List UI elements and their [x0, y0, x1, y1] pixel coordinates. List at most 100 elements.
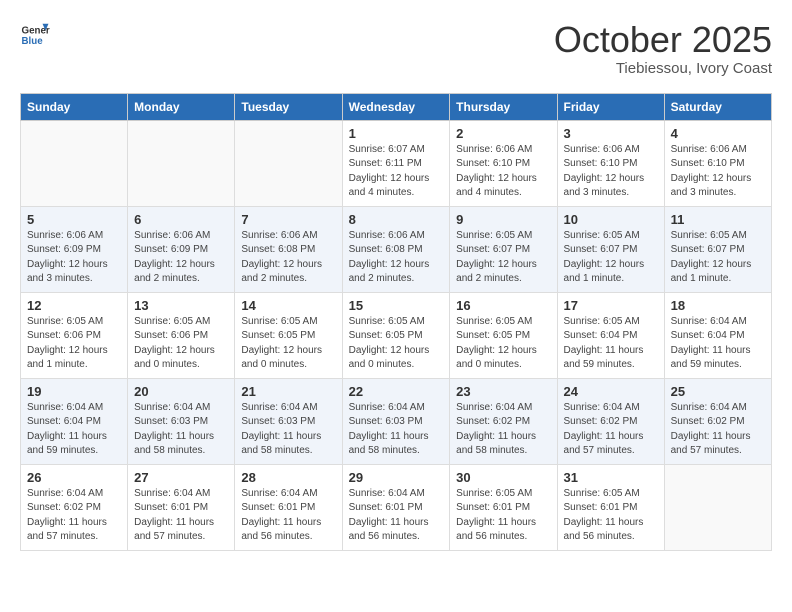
day-info: Sunrise: 6:06 AM Sunset: 6:09 PM Dayligh…	[27, 229, 121, 287]
col-header-thursday: Thursday	[450, 93, 557, 120]
day-info: Sunrise: 6:04 AM Sunset: 6:02 PM Dayligh…	[564, 401, 658, 459]
page-header: General Blue October 2025 Tiebiessou, Iv…	[20, 20, 772, 77]
day-number: 28	[241, 470, 335, 485]
day-info: Sunrise: 6:04 AM Sunset: 6:04 PM Dayligh…	[671, 315, 765, 373]
calendar-cell: 15 Sunrise: 6:05 AM Sunset: 6:05 PM Dayli…	[342, 292, 450, 378]
logo: General Blue	[20, 20, 52, 50]
calendar-cell: 1 Sunrise: 6:07 AM Sunset: 6:11 PM Daylig…	[342, 120, 450, 206]
day-info: Sunrise: 6:05 AM Sunset: 6:05 PM Dayligh…	[349, 315, 444, 373]
day-info: Sunrise: 6:05 AM Sunset: 6:07 PM Dayligh…	[671, 229, 765, 287]
title-block: October 2025 Tiebiessou, Ivory Coast	[554, 20, 772, 77]
col-header-wednesday: Wednesday	[342, 93, 450, 120]
day-info: Sunrise: 6:07 AM Sunset: 6:11 PM Dayligh…	[349, 143, 444, 201]
day-number: 8	[349, 212, 444, 227]
day-info: Sunrise: 6:04 AM Sunset: 6:03 PM Dayligh…	[134, 401, 228, 459]
day-info: Sunrise: 6:04 AM Sunset: 6:04 PM Dayligh…	[27, 401, 121, 459]
day-info: Sunrise: 6:05 AM Sunset: 6:01 PM Dayligh…	[564, 487, 658, 545]
calendar-cell: 24 Sunrise: 6:04 AM Sunset: 6:02 PM Dayli…	[557, 378, 664, 464]
day-info: Sunrise: 6:04 AM Sunset: 6:02 PM Dayligh…	[456, 401, 550, 459]
day-number: 27	[134, 470, 228, 485]
calendar-cell: 30Sunrise: 6:05 AM Sunset: 6:01 PM Dayli…	[450, 464, 557, 550]
day-number: 26	[27, 470, 121, 485]
col-header-sunday: Sunday	[21, 93, 128, 120]
logo-icon: General Blue	[20, 20, 50, 50]
day-number: 30	[456, 470, 550, 485]
calendar-cell: 17Sunrise: 6:05 AM Sunset: 6:04 PM Dayli…	[557, 292, 664, 378]
calendar-week-row: 1 Sunrise: 6:07 AM Sunset: 6:11 PM Daylig…	[21, 120, 772, 206]
calendar-cell: 10 Sunrise: 6:05 AM Sunset: 6:07 PM Dayli…	[557, 206, 664, 292]
calendar-cell: 29 Sunrise: 6:04 AM Sunset: 6:01 PM Dayli…	[342, 464, 450, 550]
day-number: 24	[564, 384, 658, 399]
day-number: 5	[27, 212, 121, 227]
calendar-cell	[128, 120, 235, 206]
day-info: Sunrise: 6:05 AM Sunset: 6:07 PM Dayligh…	[564, 229, 658, 287]
calendar-cell: 12Sunrise: 6:05 AM Sunset: 6:06 PM Dayli…	[21, 292, 128, 378]
calendar-week-row: 12Sunrise: 6:05 AM Sunset: 6:06 PM Dayli…	[21, 292, 772, 378]
day-number: 25	[671, 384, 765, 399]
day-info: Sunrise: 6:04 AM Sunset: 6:01 PM Dayligh…	[241, 487, 335, 545]
day-info: Sunrise: 6:05 AM Sunset: 6:06 PM Dayligh…	[27, 315, 121, 373]
day-number: 31	[564, 470, 658, 485]
day-number: 16	[456, 298, 550, 313]
calendar-cell	[664, 464, 771, 550]
day-info: Sunrise: 6:04 AM Sunset: 6:01 PM Dayligh…	[134, 487, 228, 545]
calendar-cell: 31 Sunrise: 6:05 AM Sunset: 6:01 PM Dayli…	[557, 464, 664, 550]
calendar-week-row: 5 Sunrise: 6:06 AM Sunset: 6:09 PM Daylig…	[21, 206, 772, 292]
calendar-cell: 23 Sunrise: 6:04 AM Sunset: 6:02 PM Dayli…	[450, 378, 557, 464]
calendar-cell: 20 Sunrise: 6:04 AM Sunset: 6:03 PM Dayli…	[128, 378, 235, 464]
calendar-cell: 21 Sunrise: 6:04 AM Sunset: 6:03 PM Dayli…	[235, 378, 342, 464]
day-info: Sunrise: 6:04 AM Sunset: 6:03 PM Dayligh…	[349, 401, 444, 459]
calendar-cell: 2 Sunrise: 6:06 AM Sunset: 6:10 PM Daylig…	[450, 120, 557, 206]
month-title: October 2025	[554, 20, 772, 60]
day-number: 21	[241, 384, 335, 399]
calendar-cell: 28 Sunrise: 6:04 AM Sunset: 6:01 PM Dayli…	[235, 464, 342, 550]
day-number: 29	[349, 470, 444, 485]
day-number: 18	[671, 298, 765, 313]
col-header-monday: Monday	[128, 93, 235, 120]
calendar-header-row: SundayMondayTuesdayWednesdayThursdayFrid…	[21, 93, 772, 120]
day-number: 14	[241, 298, 335, 313]
day-number: 10	[564, 212, 658, 227]
day-number: 7	[241, 212, 335, 227]
calendar-week-row: 26 Sunrise: 6:04 AM Sunset: 6:02 PM Dayli…	[21, 464, 772, 550]
calendar-cell: 27 Sunrise: 6:04 AM Sunset: 6:01 PM Dayli…	[128, 464, 235, 550]
svg-text:Blue: Blue	[22, 36, 44, 47]
calendar-cell: 22Sunrise: 6:04 AM Sunset: 6:03 PM Dayli…	[342, 378, 450, 464]
day-info: Sunrise: 6:04 AM Sunset: 6:02 PM Dayligh…	[671, 401, 765, 459]
day-info: Sunrise: 6:05 AM Sunset: 6:05 PM Dayligh…	[241, 315, 335, 373]
col-header-friday: Friday	[557, 93, 664, 120]
day-number: 15	[349, 298, 444, 313]
calendar-cell: 25 Sunrise: 6:04 AM Sunset: 6:02 PM Dayli…	[664, 378, 771, 464]
calendar-cell: 6Sunrise: 6:06 AM Sunset: 6:09 PM Daylig…	[128, 206, 235, 292]
calendar-cell: 14 Sunrise: 6:05 AM Sunset: 6:05 PM Dayli…	[235, 292, 342, 378]
calendar-cell: 18 Sunrise: 6:04 AM Sunset: 6:04 PM Dayli…	[664, 292, 771, 378]
day-number: 19	[27, 384, 121, 399]
calendar-cell	[21, 120, 128, 206]
day-info: Sunrise: 6:06 AM Sunset: 6:10 PM Dayligh…	[564, 143, 658, 201]
calendar-cell: 3 Sunrise: 6:06 AM Sunset: 6:10 PM Daylig…	[557, 120, 664, 206]
day-number: 2	[456, 126, 550, 141]
day-info: Sunrise: 6:06 AM Sunset: 6:10 PM Dayligh…	[456, 143, 550, 201]
day-info: Sunrise: 6:04 AM Sunset: 6:02 PM Dayligh…	[27, 487, 121, 545]
day-number: 3	[564, 126, 658, 141]
calendar-cell	[235, 120, 342, 206]
day-info: Sunrise: 6:04 AM Sunset: 6:01 PM Dayligh…	[349, 487, 444, 545]
day-number: 23	[456, 384, 550, 399]
day-info: Sunrise: 6:05 AM Sunset: 6:06 PM Dayligh…	[134, 315, 228, 373]
calendar-cell: 7Sunrise: 6:06 AM Sunset: 6:08 PM Daylig…	[235, 206, 342, 292]
day-number: 13	[134, 298, 228, 313]
calendar-cell: 26 Sunrise: 6:04 AM Sunset: 6:02 PM Dayli…	[21, 464, 128, 550]
calendar-week-row: 19 Sunrise: 6:04 AM Sunset: 6:04 PM Dayli…	[21, 378, 772, 464]
col-header-saturday: Saturday	[664, 93, 771, 120]
calendar-cell: 8Sunrise: 6:06 AM Sunset: 6:08 PM Daylig…	[342, 206, 450, 292]
day-info: Sunrise: 6:06 AM Sunset: 6:10 PM Dayligh…	[671, 143, 765, 201]
calendar-cell: 5 Sunrise: 6:06 AM Sunset: 6:09 PM Daylig…	[21, 206, 128, 292]
day-info: Sunrise: 6:04 AM Sunset: 6:03 PM Dayligh…	[241, 401, 335, 459]
day-number: 20	[134, 384, 228, 399]
day-info: Sunrise: 6:05 AM Sunset: 6:05 PM Dayligh…	[456, 315, 550, 373]
day-info: Sunrise: 6:05 AM Sunset: 6:04 PM Dayligh…	[564, 315, 658, 373]
day-number: 1	[349, 126, 444, 141]
calendar-cell: 9Sunrise: 6:05 AM Sunset: 6:07 PM Daylig…	[450, 206, 557, 292]
day-number: 4	[671, 126, 765, 141]
day-number: 6	[134, 212, 228, 227]
